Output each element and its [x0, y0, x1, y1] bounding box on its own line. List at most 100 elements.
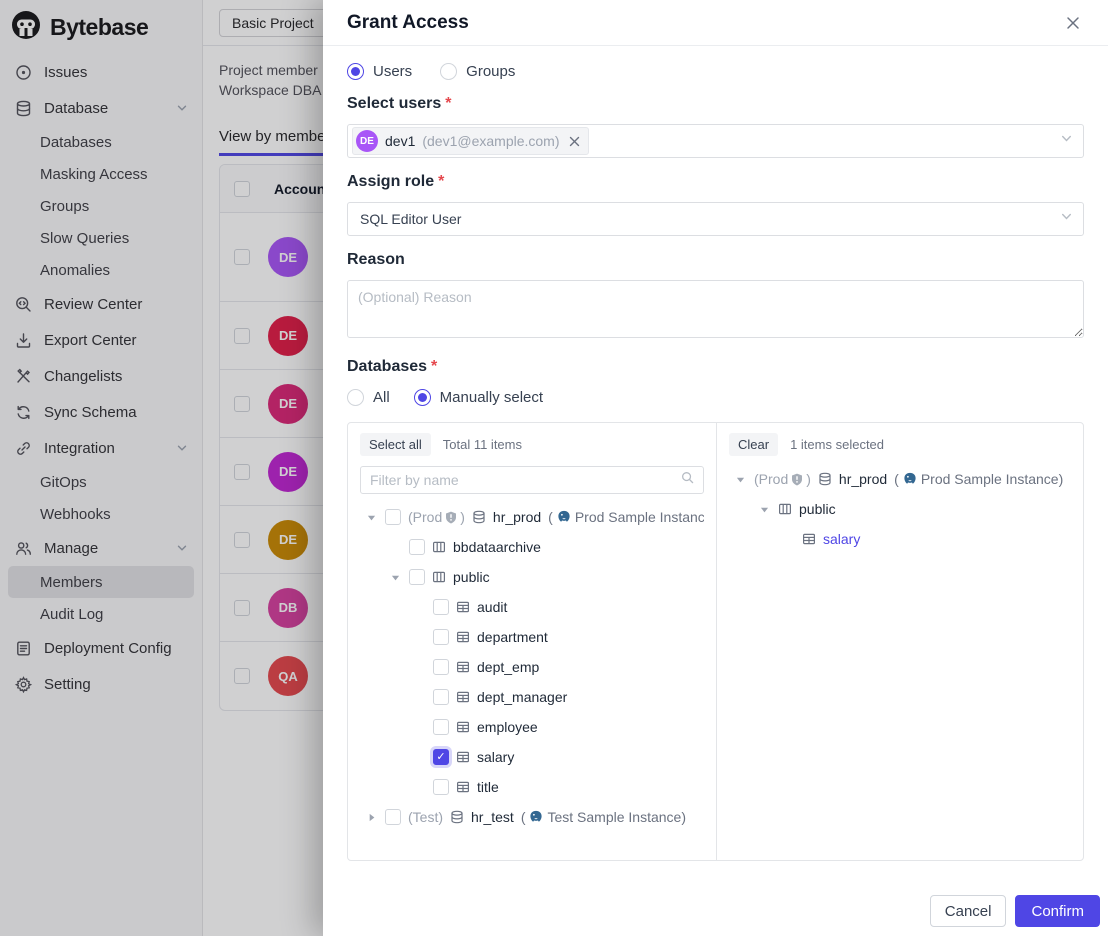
- tree-node-title[interactable]: title: [360, 772, 704, 802]
- tree-node-name: salary: [823, 531, 860, 547]
- radio-all-databases[interactable]: All: [347, 389, 390, 406]
- tree-arrow-spacer: [412, 690, 426, 704]
- tree-arrow-spacer: [412, 600, 426, 614]
- confirm-button[interactable]: Confirm: [1015, 895, 1100, 927]
- required-asterisk: *: [431, 358, 437, 375]
- tree-node-checkbox[interactable]: [433, 779, 449, 795]
- radio-users-control[interactable]: [347, 63, 364, 80]
- instance-label: (Test Sample Instance): [521, 809, 686, 825]
- tree-node-checkbox[interactable]: [409, 569, 425, 585]
- cancel-button[interactable]: Cancel: [930, 895, 1007, 927]
- tree-node-checkbox[interactable]: [433, 719, 449, 735]
- selected-user-tag: DE dev1 (dev1@example.com): [352, 127, 589, 155]
- table-icon: [802, 532, 816, 546]
- tree-node-hr-prod[interactable]: (Prod)hr_prod(Prod Sample Instance): [729, 464, 1071, 494]
- table-icon: [456, 630, 470, 644]
- assign-role-select[interactable]: SQL Editor User: [347, 202, 1084, 236]
- table-icon: [456, 780, 470, 794]
- tree-node-hr-test[interactable]: (Test)hr_test(Test Sample Instance): [360, 802, 704, 832]
- tree-node-checkbox[interactable]: [433, 629, 449, 645]
- table-icon: [456, 600, 470, 614]
- tree-node-name: hr_prod: [839, 471, 887, 487]
- close-icon[interactable]: [1062, 12, 1084, 34]
- tree-node-dept-manager[interactable]: dept_manager: [360, 682, 704, 712]
- select-users-input[interactable]: DE dev1 (dev1@example.com): [347, 124, 1084, 158]
- tree-node-dept-emp[interactable]: dept_emp: [360, 652, 704, 682]
- filter-input-wrap: [360, 466, 704, 494]
- remove-user-icon[interactable]: [569, 136, 580, 147]
- radio-manually-select[interactable]: Manually select: [414, 389, 543, 406]
- tree-node-salary[interactable]: salary: [360, 742, 704, 772]
- chevron-down-icon: [1060, 210, 1073, 228]
- filter-by-name-input[interactable]: [370, 472, 675, 488]
- radio-groups-control[interactable]: [440, 63, 457, 80]
- tree-collapse-arrow-icon[interactable]: [388, 570, 402, 584]
- tree-node-audit[interactable]: audit: [360, 592, 704, 622]
- tree-arrow-spacer: [412, 660, 426, 674]
- tree-node-public[interactable]: public: [360, 562, 704, 592]
- tree-collapse-arrow-icon[interactable]: [757, 502, 771, 516]
- assign-role-value: SQL Editor User: [352, 211, 461, 227]
- tree-arrow-spacer: [412, 630, 426, 644]
- radio-groups[interactable]: Groups: [440, 63, 515, 80]
- required-asterisk: *: [438, 173, 444, 190]
- tree-node-checkbox[interactable]: [433, 599, 449, 615]
- tree-collapse-arrow-icon[interactable]: [733, 472, 747, 486]
- postgresql-icon: [529, 810, 543, 824]
- search-icon: [681, 471, 694, 489]
- required-asterisk: *: [445, 95, 451, 112]
- tree-arrow-spacer: [412, 780, 426, 794]
- clear-button[interactable]: Clear: [729, 433, 778, 456]
- tree-expand-arrow-icon[interactable]: [364, 810, 378, 824]
- dialog-footer: Cancel Confirm: [323, 886, 1108, 936]
- tree-node-salary[interactable]: salary: [729, 524, 1071, 554]
- tree-node-department[interactable]: department: [360, 622, 704, 652]
- tree-node-checkbox[interactable]: [433, 749, 449, 765]
- tree-node-name: public: [453, 569, 490, 585]
- radio-all-label: All: [373, 389, 390, 406]
- environment-protected-shield-icon: [445, 511, 457, 524]
- tree-arrow-spacer: [388, 540, 402, 554]
- database-icon: [450, 810, 464, 824]
- radio-users-label: Users: [373, 63, 412, 80]
- tree-collapse-arrow-icon[interactable]: [364, 510, 378, 524]
- tree-node-checkbox[interactable]: [385, 509, 401, 525]
- grant-access-dialog: Grant Access Users Groups Select users* …: [323, 0, 1108, 936]
- environment-protected-shield-icon: [791, 473, 803, 486]
- radio-manually-select-label: Manually select: [440, 389, 543, 406]
- tree-node-checkbox[interactable]: [433, 659, 449, 675]
- member-type-radio-group: Users Groups: [347, 63, 1084, 80]
- radio-manually-select-control[interactable]: [414, 389, 431, 406]
- tree-node-bbdataarchive[interactable]: bbdataarchive: [360, 532, 704, 562]
- radio-groups-label: Groups: [466, 63, 515, 80]
- selected-user-email: (dev1@example.com): [422, 133, 559, 149]
- database-icon: [472, 510, 486, 524]
- tree-node-public[interactable]: public: [729, 494, 1071, 524]
- selected-items-count: 1 items selected: [790, 437, 884, 452]
- tree-node-name: department: [477, 629, 548, 645]
- tree-node-hr-prod[interactable]: (Prod)hr_prod(Prod Sample Instance): [360, 502, 704, 532]
- databases-label: Databases*: [347, 358, 1084, 376]
- tree-node-checkbox[interactable]: [409, 539, 425, 555]
- tree-arrow-spacer: [412, 750, 426, 764]
- radio-all-control[interactable]: [347, 389, 364, 406]
- assign-role-label: Assign role*: [347, 173, 1084, 191]
- tree-node-name: salary: [477, 749, 514, 765]
- table-icon: [456, 660, 470, 674]
- postgresql-icon: [557, 510, 571, 524]
- tree-node-checkbox[interactable]: [385, 809, 401, 825]
- table-icon: [456, 690, 470, 704]
- database-tree: (Prod)hr_prod(Prod Sample Instance)bbdat…: [360, 502, 704, 832]
- selected-user-name: dev1: [385, 133, 415, 149]
- tree-node-employee[interactable]: employee: [360, 712, 704, 742]
- database-transfer-panel: Select all Total 11 items (Prod)hr_prod(…: [347, 422, 1084, 861]
- tree-arrow-spacer: [412, 720, 426, 734]
- select-all-button[interactable]: Select all: [360, 433, 431, 456]
- reason-textarea[interactable]: [347, 280, 1084, 338]
- radio-users[interactable]: Users: [347, 63, 412, 80]
- tree-node-checkbox[interactable]: [433, 689, 449, 705]
- dialog-header: Grant Access: [323, 0, 1108, 46]
- instance-label: (Prod Sample Instance): [548, 509, 704, 525]
- database-scope-radio-group: All Manually select: [347, 389, 1084, 406]
- select-users-label: Select users*: [347, 95, 1084, 113]
